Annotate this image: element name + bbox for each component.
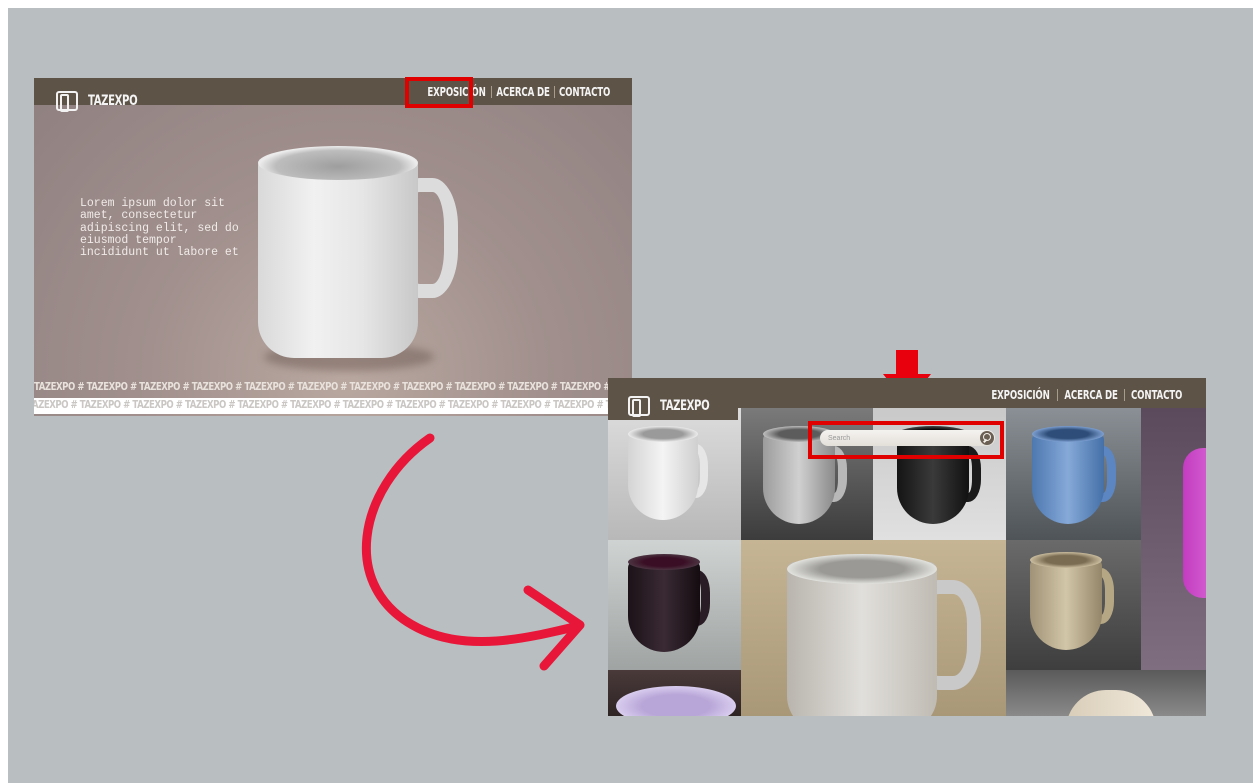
nav-item-acerca-de[interactable]: ACERCA DE [496, 85, 550, 99]
gallery-tile-featured-mug[interactable] [741, 540, 1006, 716]
main-nav: EXPOSICIÓN ACERCA DE CONTACTO [988, 388, 1184, 402]
nav-item-contacto[interactable]: CONTACTO [559, 85, 610, 99]
search-input[interactable]: Search [828, 435, 980, 442]
marquee-strip: TAZEXPO # TAZEXPO # TAZEXPO # TAZEXPO # … [34, 380, 632, 394]
hero-text: Lorem ipsum dolor sit amet, consectetur … [80, 197, 239, 260]
presentation-canvas: TAZEXPO EXPOSICIÓN ACERCA DE CONTACTO Lo… [8, 8, 1253, 783]
brand-logo[interactable]: TAZEXPO [56, 91, 156, 112]
brand-logo[interactable]: TAZEXPO [628, 396, 728, 417]
nav-item-acerca-de[interactable]: ACERCA DE [1064, 388, 1118, 402]
marquee-text-secondary: PO # TAZEXPO # TAZEXPO # TAZEXPO # TAZEX… [34, 398, 632, 411]
nav-item-exposicion[interactable]: EXPOSICIÓN [991, 388, 1050, 402]
brand-name: TAZEXPO [88, 93, 138, 109]
nav-divider [1123, 389, 1125, 401]
marquee-text: TAZEXPO # TAZEXPO # TAZEXPO # TAZEXPO # … [34, 380, 632, 393]
gallery-tile-white-mug[interactable] [608, 408, 741, 540]
gallery-tile-purple-mug[interactable] [608, 540, 741, 670]
gallery-tile-pink-mug[interactable] [1141, 408, 1206, 670]
nav-item-contacto[interactable]: CONTACTO [1131, 388, 1182, 402]
nav-divider [490, 86, 492, 98]
gallery-tile-blue-mug[interactable] [1006, 408, 1141, 540]
marquee-strip-secondary: PO # TAZEXPO # TAZEXPO # TAZEXPO # TAZEX… [34, 398, 632, 414]
mug-icon [56, 91, 78, 112]
search-bar[interactable]: Search [820, 430, 995, 446]
gallery-tile-cream-mug[interactable] [1006, 670, 1206, 716]
search-icon[interactable] [980, 431, 994, 445]
curved-arrow-icon [361, 433, 585, 671]
nav-divider [553, 86, 555, 98]
mug-icon [628, 396, 650, 417]
highlight-box-exposicion [405, 77, 473, 108]
home-screen-preview: TAZEXPO EXPOSICIÓN ACERCA DE CONTACTO Lo… [34, 78, 632, 416]
nav-divider [1056, 389, 1058, 401]
gallery-tile-lilac-mug[interactable] [608, 670, 741, 716]
brand-name: TAZEXPO [660, 398, 710, 414]
gallery-tile-beige-mug[interactable] [1006, 540, 1141, 670]
hero-mug-image [244, 138, 504, 378]
